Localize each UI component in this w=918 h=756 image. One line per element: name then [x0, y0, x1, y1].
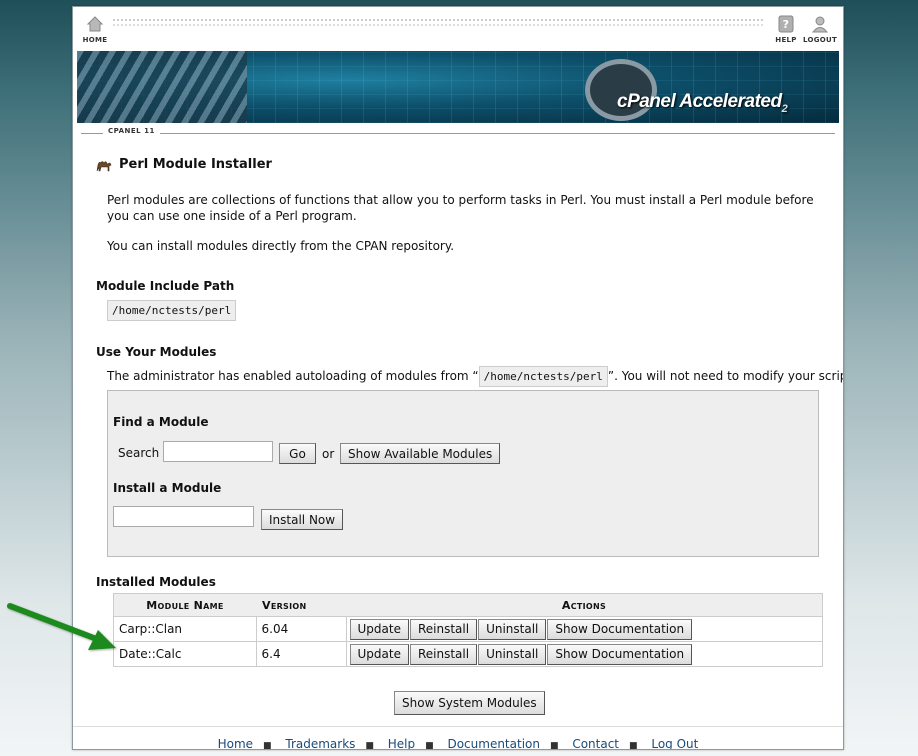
or-label: or	[322, 447, 335, 461]
column-header-module-name: Module Name	[113, 593, 256, 617]
footer-link-help[interactable]: Help	[388, 737, 415, 749]
cpanel-banner: cPanel Accelerated2	[77, 51, 839, 123]
autoload-text: The administrator has enabled autoloadin…	[107, 366, 843, 387]
show-system-modules-button[interactable]: Show System Modules	[394, 691, 545, 715]
logout-button[interactable]: LOGOUT	[802, 15, 838, 44]
search-label: Search	[118, 446, 160, 460]
toolbar-divider	[113, 19, 763, 21]
uninstall-button[interactable]: Uninstall	[478, 643, 547, 665]
module-version-cell: 6.4	[255, 641, 347, 667]
search-input[interactable]	[163, 441, 273, 462]
footer-link-home[interactable]: Home	[218, 737, 253, 749]
table-row: Date::Calc 6.4 Update Reinstall Uninstall S…	[113, 641, 823, 667]
install-now-button[interactable]: Install Now	[261, 509, 344, 530]
module-name-cell: Carp::Clan	[113, 616, 257, 642]
footer-nav: Home ■ Trademarks ■ Help ■ Documentation ■ C…	[73, 726, 843, 749]
table-header-row: Module Name Version Actions	[113, 593, 823, 617]
network-cables-image	[77, 51, 247, 123]
installed-modules-heading: Installed Modules	[96, 575, 216, 589]
show-documentation-button[interactable]: Show Documentation	[547, 643, 693, 665]
reinstall-button[interactable]: Reinstall	[409, 643, 478, 665]
update-button[interactable]: Update	[349, 618, 409, 640]
banner-logo-text: cPanel Accelerated2	[617, 91, 788, 115]
include-path-heading: Module Include Path	[96, 279, 235, 293]
installed-modules-table: Module Name Version Actions Carp::Clan 6…	[113, 593, 823, 667]
intro-cpan-paragraph: You can install modules directly from th…	[107, 239, 455, 253]
intro-paragraph: Perl modules are collections of function…	[107, 193, 814, 223]
module-version-cell: 6.04	[255, 616, 347, 642]
toolbar-divider	[113, 24, 763, 26]
user-icon	[811, 16, 829, 33]
footer-link-logout[interactable]: Log Out	[651, 737, 698, 749]
install-module-input[interactable]	[113, 506, 254, 527]
update-button[interactable]: Update	[349, 643, 409, 665]
footer-link-trademarks[interactable]: Trademarks	[285, 737, 355, 749]
module-name-cell: Date::Calc	[113, 641, 257, 667]
footer-link-contact[interactable]: Contact	[572, 737, 619, 749]
uninstall-button[interactable]: Uninstall	[478, 618, 547, 640]
module-search-panel: Find a Module Search Go or Show Availabl…	[107, 390, 819, 557]
show-documentation-button[interactable]: Show Documentation	[547, 618, 693, 640]
use-modules-heading: Use Your Modules	[96, 345, 217, 359]
footer-link-documentation[interactable]: Documentation	[447, 737, 540, 749]
top-toolbar: HOME ? HELP LOGOUT	[73, 7, 843, 49]
show-available-modules-button[interactable]: Show Available Modules	[340, 443, 501, 464]
home-button[interactable]: HOME	[77, 15, 113, 44]
column-header-actions: Actions	[346, 593, 823, 617]
install-module-heading: Install a Module	[113, 481, 222, 495]
reinstall-button[interactable]: Reinstall	[409, 618, 478, 640]
include-path-value: /home/nctests/perl	[107, 300, 237, 321]
table-row: Carp::Clan 6.04 Update Reinstall Uninstall…	[113, 616, 823, 642]
breadcrumb: CPANEL 11	[73, 127, 843, 139]
cpanel-page: HOME ? HELP LOGOUT cPanel Accelerated2 C…	[72, 6, 844, 750]
go-button[interactable]: Go	[279, 443, 316, 464]
help-button[interactable]: ? HELP	[768, 15, 804, 44]
module-actions-cell: Update Reinstall Uninstall Show Documentati…	[345, 641, 823, 667]
find-module-heading: Find a Module	[113, 415, 209, 429]
module-actions-cell: Update Reinstall Uninstall Show Documentati…	[345, 616, 823, 642]
home-icon	[86, 16, 104, 32]
svg-text:?: ?	[783, 18, 790, 31]
green-arrow-annotation	[7, 603, 116, 650]
help-icon: ?	[778, 15, 794, 33]
column-header-version: Version	[256, 593, 346, 617]
page-title: Perl Module Installer	[119, 157, 272, 172]
camel-icon	[96, 161, 112, 172]
autoload-path: /home/nctests/perl	[478, 366, 608, 387]
